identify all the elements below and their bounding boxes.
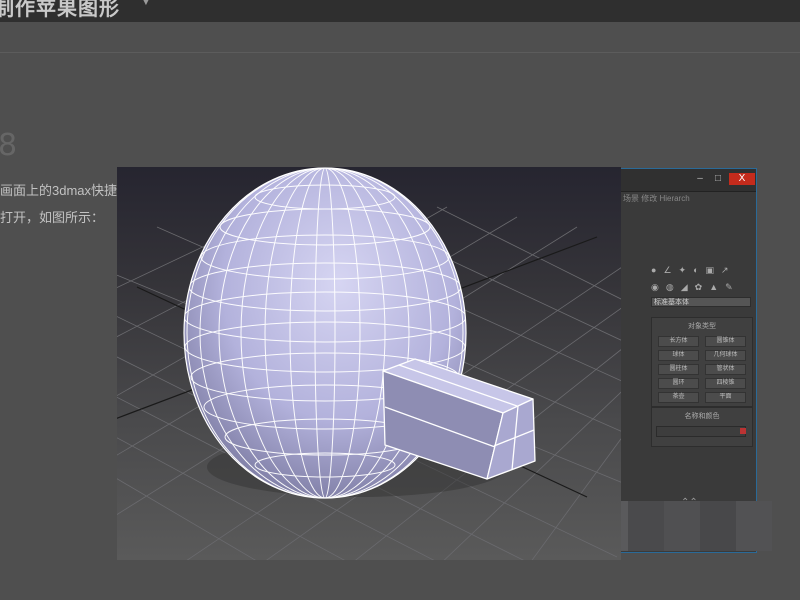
object-color-swatch[interactable] <box>740 428 746 434</box>
lights-icon[interactable]: ✦ <box>679 265 687 275</box>
name-color-title: 名称和颜色 <box>684 413 720 420</box>
primitive-button-teapot[interactable]: 茶壶 <box>658 392 699 403</box>
modify-toolbar[interactable]: ◉ ◍ ◢ ✿ ▲ ✎ <box>651 282 733 292</box>
create-toolbar[interactable]: ● ∠ ✦ ◐ ▣ ↗ <box>651 265 729 275</box>
primitive-button-pyramid[interactable]: 四棱锥 <box>705 378 746 389</box>
primitive-button-cylinder[interactable]: 圆柱体 <box>658 364 699 375</box>
primitive-type-select[interactable]: 标准基本体 <box>651 297 751 307</box>
maximize-icon[interactable]: □ <box>711 173 725 185</box>
minimize-icon[interactable]: – <box>693 173 707 185</box>
instruction-text-2: 打开，如图所示： <box>0 210 105 225</box>
cameras-icon[interactable]: ◐ <box>693 265 698 275</box>
config-icon[interactable]: ✎ <box>725 282 733 292</box>
pin-icon[interactable]: ◉ <box>651 282 659 292</box>
window-titlebar: – □ X <box>621 169 756 192</box>
step-number: 8 <box>0 128 18 163</box>
primitive-button-tube[interactable]: 管状体 <box>705 364 746 375</box>
name-color-group: 名称和颜色 <box>651 407 753 447</box>
command-panel-window: – □ X 场景 修改 Hierarch ● ∠ ✦ ◐ ▣ ↗ ◉ ◍ ◢ ✿… <box>620 168 757 553</box>
page-header: 制作苹果图形 ▼ <box>0 0 800 22</box>
divider <box>0 52 800 53</box>
funnel-icon[interactable]: ◢ <box>681 282 688 292</box>
spacewarps-icon[interactable]: ↗ <box>721 265 729 275</box>
object-type-title: 对象类型 <box>688 323 716 330</box>
gear-icon[interactable]: ✿ <box>695 282 703 292</box>
object-type-group: 对象类型 长方体 圆锥体 球体 几何球体 圆柱体 管状体 圆环 四棱锥 茶壶 平… <box>651 317 753 407</box>
primitive-button-cone[interactable]: 圆锥体 <box>705 336 746 347</box>
primitive-button-sphere[interactable]: 球体 <box>658 350 699 361</box>
tool-icon[interactable]: ▲ <box>709 282 718 292</box>
page-header-title: 制作苹果图形 <box>0 0 120 20</box>
helpers-icon[interactable]: ▣ <box>706 265 715 275</box>
chevron-down-icon[interactable]: ▼ <box>140 0 152 8</box>
pipe-icon[interactable]: ◍ <box>666 282 674 292</box>
geometry-icon[interactable]: ● <box>651 265 656 275</box>
primitive-button-geosphere[interactable]: 几何球体 <box>705 350 746 361</box>
instruction-text-1: 画面上的3dmax快捷 <box>0 183 118 198</box>
viewport-scene <box>117 167 621 560</box>
object-name-input[interactable] <box>656 426 746 437</box>
primitive-button-box[interactable]: 长方体 <box>658 336 699 347</box>
primitive-button-plane[interactable]: 平面 <box>705 392 746 403</box>
perspective-viewport[interactable] <box>117 167 621 560</box>
primitive-button-torus[interactable]: 圆环 <box>658 378 699 389</box>
close-button[interactable]: X <box>729 173 755 185</box>
panel-tabs[interactable]: 场景 修改 Hierarch <box>623 193 690 204</box>
shapes-icon[interactable]: ∠ <box>663 265 671 275</box>
